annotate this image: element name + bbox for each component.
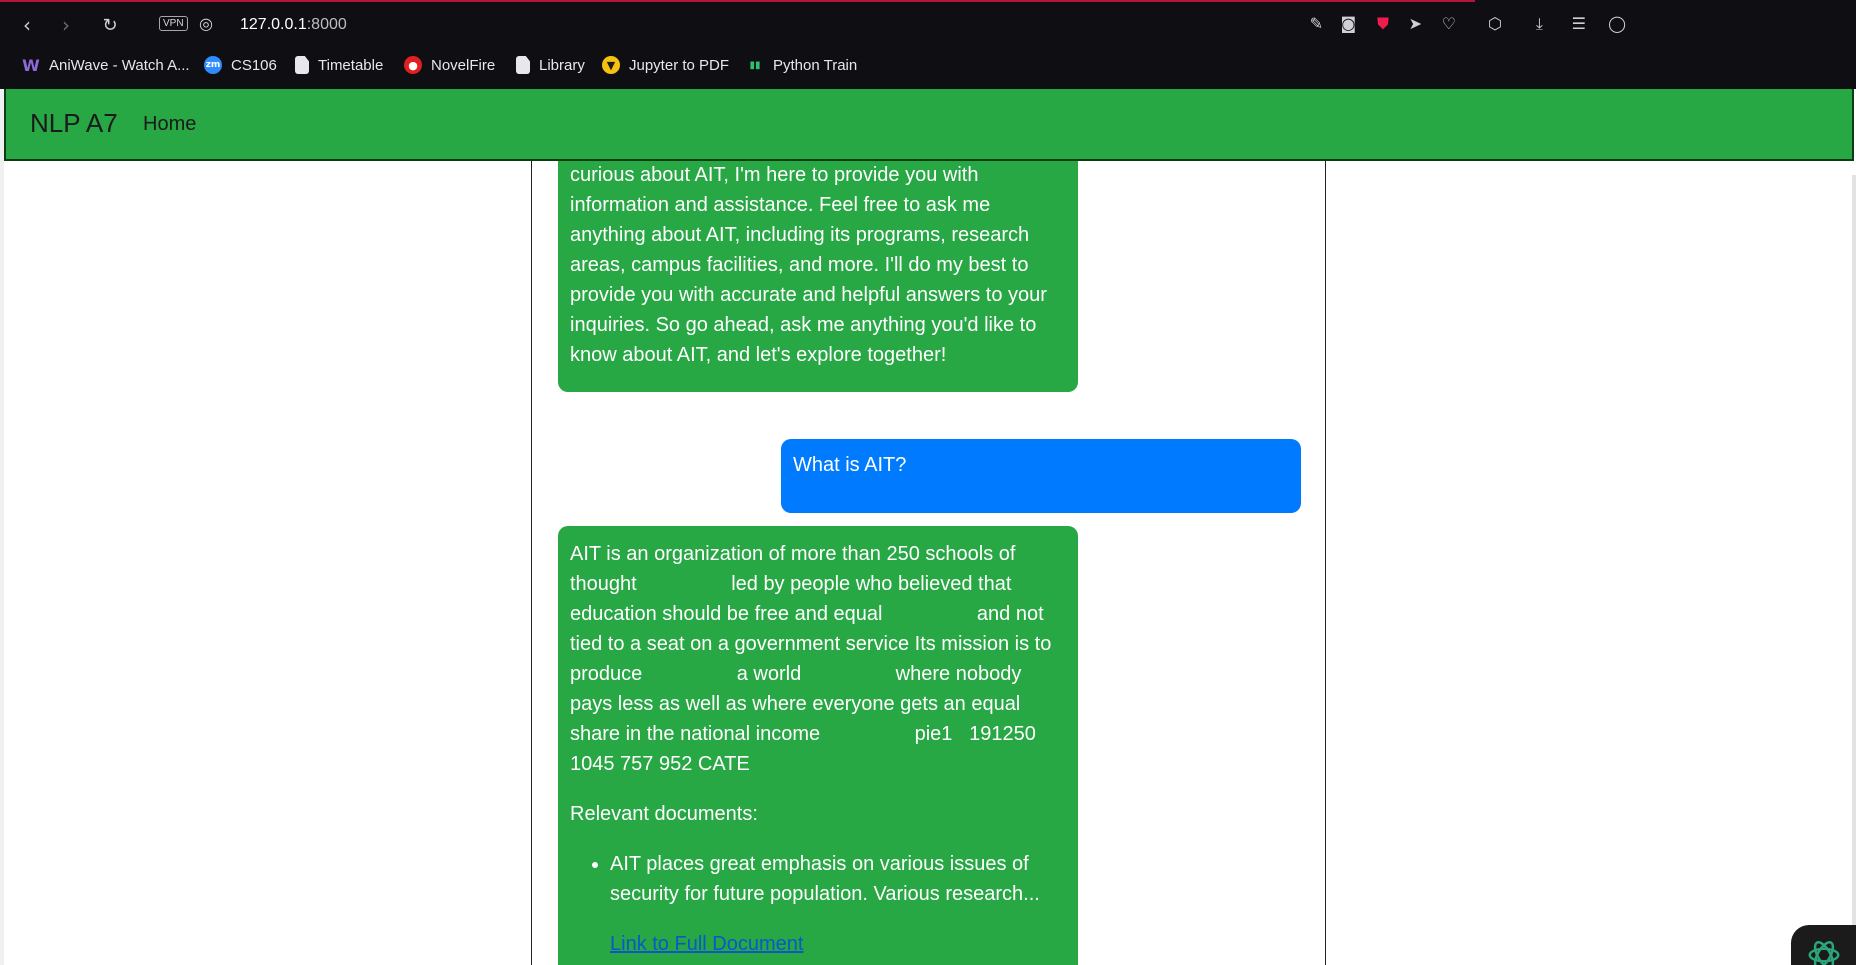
left-edge xyxy=(0,89,4,965)
bookmark-label: CS106 xyxy=(231,56,277,74)
settings-sliders-icon[interactable]: ☰ xyxy=(1572,14,1586,33)
full-document-link[interactable]: Link to Full Document xyxy=(610,929,803,959)
bookmark-label: Library xyxy=(539,56,585,74)
reload-icon[interactable]: ↻ xyxy=(95,8,125,42)
forward-arrow-icon[interactable]: › xyxy=(51,8,81,42)
document-snippet: AIT places great emphasis on various iss… xyxy=(610,853,1040,905)
bookmark-jupyter-to-pdf[interactable]: ▼ Jupyter to PDF xyxy=(602,52,729,78)
address-bar-row: ‹ › ↻ VPN ◎ 127.0.0.1:8000 ✎ ◙ ⛊ ➤ ♡ ⬡ ⤓… xyxy=(0,8,1856,42)
bookmark-novelfire[interactable]: ● NovelFire xyxy=(404,52,495,78)
heart-icon[interactable]: ♡ xyxy=(1442,14,1456,33)
navbar-brand[interactable]: NLP A7 xyxy=(30,108,118,139)
tab-indicator-line xyxy=(0,0,1475,2)
globe-icon[interactable]: ◎ xyxy=(199,14,213,33)
profile-icon[interactable]: ◯ xyxy=(1608,14,1626,33)
relevant-documents-list: AIT places great emphasis on various iss… xyxy=(570,849,1066,959)
browser-chrome: ‹ › ↻ VPN ◎ 127.0.0.1:8000 ✎ ◙ ⛊ ➤ ♡ ⬡ ⤓… xyxy=(0,0,1856,89)
relevant-documents-label: Relevant documents: xyxy=(570,803,758,825)
url-port: :8000 xyxy=(306,16,347,33)
shield-icon[interactable]: ⛊ xyxy=(1377,14,1389,34)
message-text: AIT is an organization of more than 250 … xyxy=(570,543,1057,775)
send-icon[interactable]: ➤ xyxy=(1409,14,1422,33)
app-viewport: NLP A7 Home curious about AIT, I'm here … xyxy=(0,89,1856,965)
vpn-badge[interactable]: VPN xyxy=(159,16,188,31)
bot-message: curious about AIT, I'm here to provide y… xyxy=(558,161,1078,392)
bookmark-label: Timetable xyxy=(318,56,384,74)
page-scrollbar[interactable] xyxy=(1852,175,1856,965)
python-train-icon: ▮▮ xyxy=(749,59,761,71)
list-item: AIT places great emphasis on various iss… xyxy=(610,849,1066,959)
bookmark-label: Jupyter to PDF xyxy=(629,56,730,74)
bookmark-timetable[interactable]: Timetable xyxy=(295,52,383,78)
message-text: What is AIT? xyxy=(793,454,907,476)
bookmark-aniwave[interactable]: W AniWave - Watch A... xyxy=(22,52,190,78)
bookmarks-bar: W AniWave - Watch A... zm CS106 Timetabl… xyxy=(0,52,1856,78)
assistant-widget-button[interactable] xyxy=(1791,925,1856,965)
document-icon xyxy=(516,56,530,74)
zoom-icon: zm xyxy=(204,56,222,74)
bookmark-label: Python Train xyxy=(773,56,858,74)
message-text: curious about AIT, I'm here to provide y… xyxy=(570,164,1047,366)
chat-container[interactable]: curious about AIT, I'm here to provide y… xyxy=(531,161,1326,965)
document-icon xyxy=(295,56,309,74)
cube-icon[interactable]: ⬡ xyxy=(1488,14,1502,33)
edit-icon[interactable]: ✎ xyxy=(1310,14,1323,33)
top-navbar: NLP A7 Home xyxy=(4,89,1854,161)
wave-icon: W xyxy=(22,55,40,75)
bookmark-label: AniWave - Watch A... xyxy=(49,56,190,74)
bookmark-library[interactable]: Library xyxy=(516,52,585,78)
jupyter-icon: ▼ xyxy=(602,56,620,74)
openai-icon xyxy=(1808,941,1839,965)
novelfire-icon: ● xyxy=(404,56,422,74)
bookmark-python-train[interactable]: ▮▮ Python Train xyxy=(746,52,857,78)
download-icon[interactable]: ⤓ xyxy=(1536,14,1543,34)
url-host: 127.0.0.1 xyxy=(240,16,307,33)
url-field[interactable]: 127.0.0.1:8000 xyxy=(240,16,347,34)
back-arrow-icon[interactable]: ‹ xyxy=(12,8,42,42)
camera-icon[interactable]: ◙ xyxy=(1340,14,1356,33)
nav-link-home[interactable]: Home xyxy=(143,113,196,136)
user-message: What is AIT? xyxy=(781,439,1301,513)
bookmark-label: NovelFire xyxy=(431,56,496,74)
bookmark-cs106[interactable]: zm CS106 xyxy=(204,52,277,78)
bot-message: AIT is an organization of more than 250 … xyxy=(558,526,1078,965)
